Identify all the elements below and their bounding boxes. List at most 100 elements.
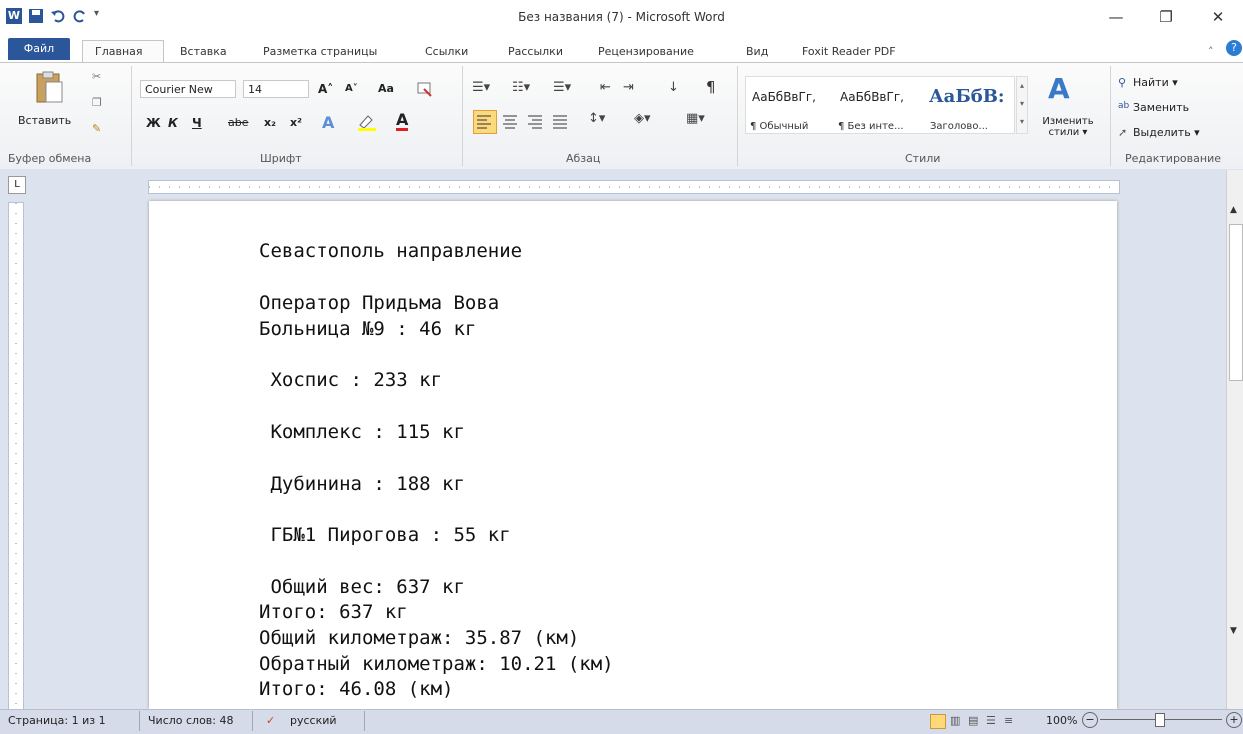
tab-home[interactable]: Главная: [95, 42, 143, 62]
group-label-clipboard: Буфер обмена: [8, 152, 92, 165]
status-separator: [364, 711, 365, 731]
status-separator: [139, 711, 140, 731]
web-layout-icon[interactable]: ▤: [968, 714, 978, 727]
font-size-combo[interactable]: 14: [243, 80, 309, 98]
page-count[interactable]: Страница: 1 из 1: [8, 714, 106, 727]
doc-line[interactable]: Общий вес: 637 кг: [259, 576, 464, 598]
tab-selector-button[interactable]: L: [8, 176, 26, 194]
find-icon: ⚲: [1118, 76, 1127, 89]
style-heading-sample[interactable]: АаБбВ:: [929, 86, 1005, 107]
language-indicator[interactable]: русский: [290, 714, 337, 727]
tab-file[interactable]: Файл: [8, 38, 70, 60]
paste-button[interactable]: Вставить: [18, 114, 71, 127]
group-label-editing: Редактирование: [1125, 152, 1221, 165]
paste-icon[interactable]: [34, 70, 64, 109]
doc-line[interactable]: Обратный километраж: 10.21 (км): [259, 653, 614, 675]
select-button[interactable]: Выделить ▾: [1133, 126, 1200, 139]
align-left-icon[interactable]: [473, 110, 497, 134]
group-label-styles: Стили: [905, 152, 941, 165]
styles-scroll-icon[interactable]: ▴ ▾ ▾: [1016, 76, 1028, 134]
align-center-icon[interactable]: [500, 111, 520, 134]
line-spacing-icon[interactable]: ↕▾: [588, 111, 605, 126]
doc-line[interactable]: Итого: 46.08 (км): [259, 678, 453, 700]
print-layout-icon[interactable]: [930, 714, 946, 729]
style-normal-sample[interactable]: АаБбВвГг,: [752, 90, 816, 104]
doc-line[interactable]: Дубинина : 188 кг: [259, 473, 464, 495]
zoom-slider-thumb[interactable]: [1155, 713, 1165, 727]
underline-button[interactable]: Ч: [192, 116, 202, 130]
subscript-button[interactable]: x₂: [264, 116, 276, 129]
doc-line[interactable]: Оператор Придьма Вова: [259, 292, 499, 314]
zoom-out-icon[interactable]: −: [1082, 712, 1098, 728]
outline-icon[interactable]: ☰: [986, 714, 996, 727]
replace-button[interactable]: Заменить: [1133, 101, 1189, 114]
zoom-level[interactable]: 100%: [1046, 714, 1077, 727]
highlight-icon[interactable]: [356, 113, 378, 134]
borders-icon[interactable]: ▦▾: [686, 111, 705, 126]
change-styles-button[interactable]: Изменить стили ▾: [1034, 116, 1102, 138]
proofing-icon[interactable]: ✓: [266, 714, 275, 727]
bullets-icon[interactable]: ☰▾: [472, 80, 490, 95]
doc-line[interactable]: Итого: 637 кг: [259, 601, 408, 623]
group-label-font: Шрифт: [260, 152, 302, 165]
collapse-ribbon-icon[interactable]: ˄: [1208, 42, 1214, 62]
bold-button[interactable]: Ж: [146, 116, 161, 130]
decrease-indent-icon[interactable]: ⇤: [600, 80, 611, 95]
align-right-icon[interactable]: [525, 111, 545, 134]
ribbon-separator: [737, 66, 738, 166]
minimize-button[interactable]: —: [1096, 4, 1136, 30]
ribbon-separator: [131, 66, 132, 166]
doc-line[interactable]: Комплекс : 115 кг: [259, 421, 464, 443]
numbering-icon[interactable]: ☷▾: [512, 80, 530, 95]
doc-line[interactable]: ГБ№1 Пирогова : 55 кг: [259, 524, 510, 546]
text-effects-icon[interactable]: A: [322, 113, 334, 132]
tab-mailings[interactable]: Рассылки: [508, 42, 563, 62]
italic-button[interactable]: К: [168, 116, 178, 130]
increase-indent-icon[interactable]: ⇥: [623, 80, 634, 95]
tab-insert[interactable]: Вставка: [180, 42, 227, 62]
tab-review[interactable]: Рецензирование: [598, 42, 694, 62]
help-icon[interactable]: ?: [1226, 40, 1242, 56]
fullscreen-reading-icon[interactable]: ▥: [950, 714, 960, 727]
tab-references[interactable]: Ссылки: [425, 42, 468, 62]
change-case-button[interactable]: Aa: [378, 82, 394, 95]
format-painter-icon[interactable]: ✎: [92, 122, 101, 135]
find-button[interactable]: Найти ▾: [1133, 76, 1178, 89]
multilevel-list-icon[interactable]: ☰▾: [553, 80, 571, 95]
draft-icon[interactable]: ≡: [1004, 714, 1013, 727]
tab-foxit[interactable]: Foxit Reader PDF: [802, 42, 896, 62]
restore-button[interactable]: ❐: [1146, 4, 1186, 30]
grow-font-button[interactable]: A˄: [318, 82, 333, 96]
font-color-icon[interactable]: A: [396, 112, 409, 131]
scroll-down-icon[interactable]: ▼: [1230, 626, 1237, 636]
show-marks-icon[interactable]: ¶: [706, 78, 716, 96]
status-separator: [252, 711, 253, 731]
superscript-button[interactable]: x²: [290, 116, 302, 129]
strikethrough-button[interactable]: abe: [228, 116, 249, 129]
shrink-font-button[interactable]: A˅: [345, 83, 358, 94]
vertical-ruler[interactable]: [8, 202, 24, 710]
doc-line[interactable]: Больница №9 : 46 кг: [259, 318, 476, 340]
group-label-paragraph: Абзац: [566, 152, 601, 165]
tab-view[interactable]: Вид: [746, 42, 768, 62]
doc-line[interactable]: Хоспис : 233 кг: [259, 369, 442, 391]
horizontal-ruler[interactable]: [148, 180, 1120, 194]
doc-line[interactable]: Общий километраж: 35.87 (км): [259, 627, 579, 649]
word-count[interactable]: Число слов: 48: [148, 714, 234, 727]
cut-icon[interactable]: ✂: [92, 70, 101, 83]
sort-icon[interactable]: ↓: [668, 80, 679, 95]
style-nospacing-label: ¶ Без инте...: [838, 121, 904, 132]
clear-formatting-icon[interactable]: [416, 80, 434, 101]
close-button[interactable]: ✕: [1198, 4, 1238, 30]
tab-page-layout[interactable]: Разметка страницы: [263, 42, 377, 62]
zoom-in-icon[interactable]: +: [1226, 712, 1242, 728]
font-name-combo[interactable]: Courier New: [140, 80, 236, 98]
justify-icon[interactable]: [550, 111, 570, 134]
scrollbar-thumb[interactable]: [1229, 224, 1243, 381]
scroll-up-icon[interactable]: ▲: [1230, 205, 1237, 215]
change-styles-icon[interactable]: A: [1048, 72, 1070, 105]
doc-line[interactable]: Севастополь направление: [259, 240, 522, 262]
copy-icon[interactable]: ❐: [92, 96, 102, 109]
shading-icon[interactable]: ◈▾: [634, 111, 651, 126]
style-nospacing-sample[interactable]: АаБбВвГг,: [840, 90, 904, 104]
